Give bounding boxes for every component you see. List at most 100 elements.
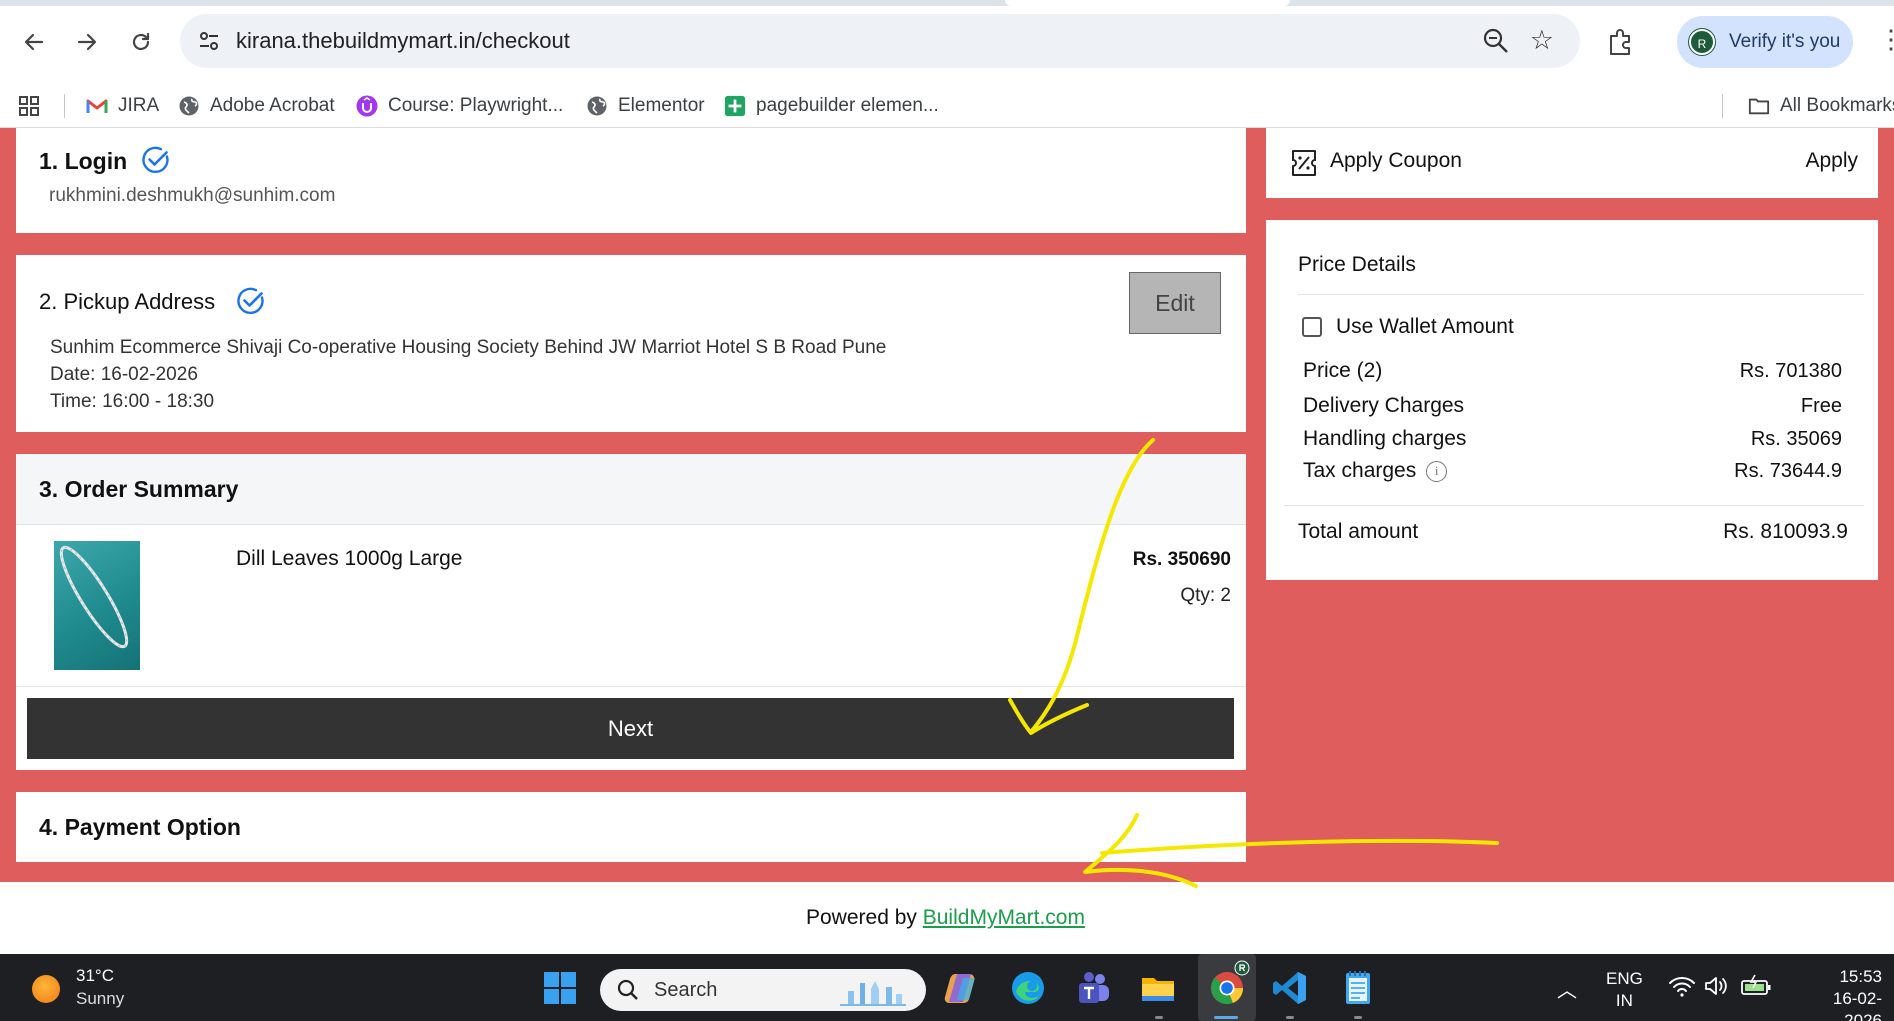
use-wallet-checkbox[interactable]: Use Wallet Amount xyxy=(1302,315,1514,339)
login-section: 1. Login rukhmini.deshmukh@sunhim.com xyxy=(16,128,1246,233)
language-indicator[interactable]: ENG IN xyxy=(1606,968,1643,1012)
payment-option-section[interactable]: 4. Payment Option xyxy=(16,792,1246,862)
pickup-time: Time: 16:00 - 18:30 xyxy=(50,391,215,412)
payment-option-title: 4. Payment Option xyxy=(39,814,241,840)
pickup-date: Date: 16-02-2026 xyxy=(50,364,198,385)
search-label: Search xyxy=(654,979,718,1001)
windows-start-icon[interactable] xyxy=(540,968,580,1008)
taskbar-running-indicator xyxy=(1155,1016,1163,1019)
teams-icon[interactable] xyxy=(1073,968,1113,1008)
clock-time: 15:53 xyxy=(1839,967,1882,986)
divider xyxy=(1298,294,1864,295)
taskbar-running-indicator xyxy=(1286,1016,1294,1019)
sun-icon[interactable] xyxy=(32,975,60,1003)
extensions-icon[interactable] xyxy=(1605,27,1635,57)
apply-coupon-button[interactable]: Apply xyxy=(1805,149,1858,173)
reload-icon xyxy=(132,32,150,51)
handling-row-value: Rs. 35069 xyxy=(1750,428,1842,450)
tax-row-value: Rs. 73644.9 xyxy=(1734,460,1842,482)
product-name: Dill Leaves 1000g Large xyxy=(236,547,463,570)
region-code: IN xyxy=(1615,991,1633,1010)
order-summary-header: 3. Order Summary xyxy=(16,454,1246,525)
search-icon xyxy=(617,979,638,1000)
coupon-icon xyxy=(1292,150,1316,176)
profile-verify-button[interactable]: R Verify it's you xyxy=(1677,16,1853,68)
handling-row-label: Handling charges xyxy=(1303,427,1467,450)
back-arrow-icon xyxy=(24,33,44,51)
weather-condition[interactable]: Sunny xyxy=(76,989,124,1009)
edit-address-button[interactable]: Edit xyxy=(1129,272,1221,334)
bookmark-label: Elementor xyxy=(618,95,705,116)
site-settings-icon[interactable] xyxy=(196,28,222,54)
weather-temperature[interactable]: 31°C xyxy=(76,966,114,986)
apply-coupon-label[interactable]: Apply Coupon xyxy=(1330,149,1462,173)
notepad-icon[interactable] xyxy=(1338,968,1378,1008)
reload-button[interactable] xyxy=(121,22,161,62)
tray-chevron-up-icon[interactable]: ︿ xyxy=(1557,974,1577,1003)
clock-date: 16-02-2026 xyxy=(1832,989,1882,1021)
product-quantity: Qty: 2 xyxy=(1180,585,1231,606)
bookmark-separator xyxy=(64,94,65,118)
forward-button[interactable] xyxy=(67,22,107,62)
edge-icon[interactable] xyxy=(1008,968,1048,1008)
gmail-icon xyxy=(86,95,108,117)
apply-coupon-section: Apply Coupon Apply xyxy=(1266,128,1878,198)
product-image[interactable] xyxy=(54,541,140,670)
bookmark-elementor[interactable]: Elementor xyxy=(586,92,705,120)
divider xyxy=(16,686,1246,687)
globe-icon xyxy=(178,95,200,117)
bookmark-adobe-acrobat[interactable]: Adobe Acrobat xyxy=(178,92,335,120)
battery-charging-icon[interactable] xyxy=(1740,973,1772,999)
vscode-icon[interactable] xyxy=(1270,968,1310,1008)
taskbar-search[interactable]: Search xyxy=(600,969,926,1011)
search-highlight-icon xyxy=(840,981,906,1006)
zoom-icon[interactable] xyxy=(1482,27,1510,55)
browser-toolbar: kirana.thebuildmymart.in/checkout ☆ R Ve… xyxy=(0,0,1894,84)
folder-icon xyxy=(1748,95,1770,117)
product-price: Rs. 350690 xyxy=(1132,549,1231,570)
pickup-title-text: 2. Pickup Address xyxy=(39,289,216,314)
more-menu-icon[interactable]: ⋮ xyxy=(1878,24,1894,55)
checkbox-icon[interactable] xyxy=(1302,317,1322,337)
wifi-icon[interactable] xyxy=(1668,974,1696,998)
file-explorer-icon[interactable] xyxy=(1138,968,1178,1008)
total-amount-value: Rs. 810093.9 xyxy=(1723,520,1848,543)
login-title-text: 1. Login xyxy=(39,148,128,174)
powered-by: Powered by BuildMyMart.com xyxy=(806,906,1085,930)
active-tab[interactable] xyxy=(1005,0,1290,6)
globe-icon xyxy=(586,95,608,117)
price-details-title: Price Details xyxy=(1298,253,1416,276)
profile-avatar: R xyxy=(1688,28,1716,56)
apps-button[interactable] xyxy=(18,92,40,120)
price-row-label: Price (2) xyxy=(1303,359,1383,382)
system-clock[interactable]: 15:53 16-02-2026 xyxy=(1798,966,1882,1021)
buildmymart-link[interactable]: BuildMyMart.com xyxy=(923,906,1085,929)
delivery-row-label: Delivery Charges xyxy=(1303,394,1465,417)
bookmark-course-playwright[interactable]: Course: Playwright... xyxy=(356,92,563,120)
pickup-address: Sunhim Ecommerce Shivaji Co-operative Ho… xyxy=(50,337,887,358)
address-bar[interactable]: kirana.thebuildmymart.in/checkout ☆ xyxy=(180,14,1580,68)
windows-taskbar: 31°C Sunny Search ︿ ENG IN 15:53 16-02-2… xyxy=(0,954,1894,1021)
total-amount-label: Total amount xyxy=(1298,520,1419,543)
price-row-value: Rs. 701380 xyxy=(1739,360,1842,382)
next-button[interactable]: Next xyxy=(27,698,1234,759)
bookmark-jira[interactable]: JIRA xyxy=(86,92,159,120)
pickup-title: 2. Pickup Address xyxy=(39,287,267,317)
url-text[interactable]: kirana.thebuildmymart.in/checkout xyxy=(236,27,570,55)
back-button[interactable] xyxy=(14,22,54,62)
all-bookmarks-button[interactable]: All Bookmarks xyxy=(1748,92,1894,120)
chrome-taskbar-active[interactable] xyxy=(1198,954,1256,1021)
login-title: 1. Login xyxy=(39,146,172,176)
product-photo-icon xyxy=(59,545,129,649)
forward-arrow-icon xyxy=(77,33,97,51)
volume-icon[interactable] xyxy=(1703,974,1729,998)
copilot-icon[interactable] xyxy=(943,968,983,1008)
tax-row-label-text: Tax charges xyxy=(1303,459,1417,482)
bookmark-star-icon[interactable]: ☆ xyxy=(1530,26,1554,54)
use-wallet-label: Use Wallet Amount xyxy=(1336,315,1514,338)
sheets-plus-icon xyxy=(724,95,746,117)
tax-row-label: Tax charges i xyxy=(1303,459,1448,483)
bookmark-pagebuilder[interactable]: pagebuilder elemen... xyxy=(724,92,939,120)
info-icon[interactable]: i xyxy=(1426,460,1448,482)
bookmark-label: pagebuilder elemen... xyxy=(756,95,939,116)
